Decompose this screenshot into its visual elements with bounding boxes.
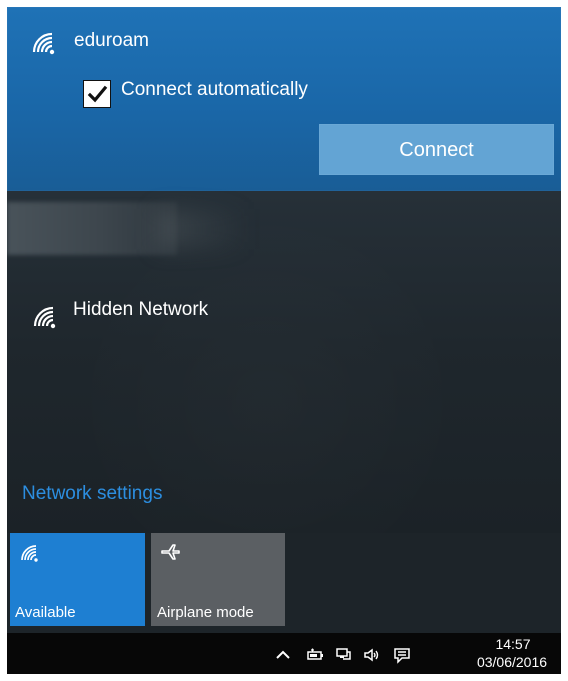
airplane-mode-tile[interactable]: Airplane mode xyxy=(151,533,285,626)
network-name-eduroam[interactable]: eduroam xyxy=(74,30,149,52)
notification-icon[interactable] xyxy=(392,645,412,665)
available-label: Available xyxy=(15,604,76,621)
network-shape xyxy=(336,648,351,660)
airplane-icon xyxy=(161,544,180,560)
selected-network-panel: eduroam Connect automatically Connect xyxy=(7,7,561,191)
network-flyout: eduroam Connect automatically Connect Hi… xyxy=(7,7,561,674)
connect-automatically-checkbox[interactable] xyxy=(83,80,111,108)
blurred-network-item[interactable] xyxy=(7,202,177,255)
chevron-up-icon[interactable] xyxy=(273,645,293,665)
battery-shape xyxy=(307,648,323,660)
checkmark-icon xyxy=(87,85,108,103)
volume-icon[interactable] xyxy=(362,645,382,665)
taskbar: 14:57 03/06/2016 xyxy=(7,633,561,674)
network-name-hidden[interactable]: Hidden Network xyxy=(73,299,208,321)
network-settings-link[interactable]: Network settings xyxy=(22,483,162,505)
wifi-icon xyxy=(21,545,38,562)
blurred-network-shadow xyxy=(157,209,247,249)
airplane-mode-label: Airplane mode xyxy=(157,604,254,621)
volume-shape xyxy=(364,648,379,662)
available-tile[interactable]: Available xyxy=(10,533,145,626)
connect-button[interactable]: Connect xyxy=(319,124,554,175)
battery-icon[interactable] xyxy=(305,645,325,665)
clock-date[interactable]: 03/06/2016 xyxy=(465,654,559,670)
wifi-icon xyxy=(33,306,56,329)
chevron-up-shape xyxy=(276,650,290,659)
network-icon[interactable] xyxy=(333,645,353,665)
wifi-icon xyxy=(32,32,55,55)
notification-shape xyxy=(394,648,410,664)
connect-automatically-label[interactable]: Connect automatically xyxy=(121,79,308,101)
network-list: Hidden Network xyxy=(7,191,561,533)
clock-time[interactable]: 14:57 xyxy=(470,636,556,652)
